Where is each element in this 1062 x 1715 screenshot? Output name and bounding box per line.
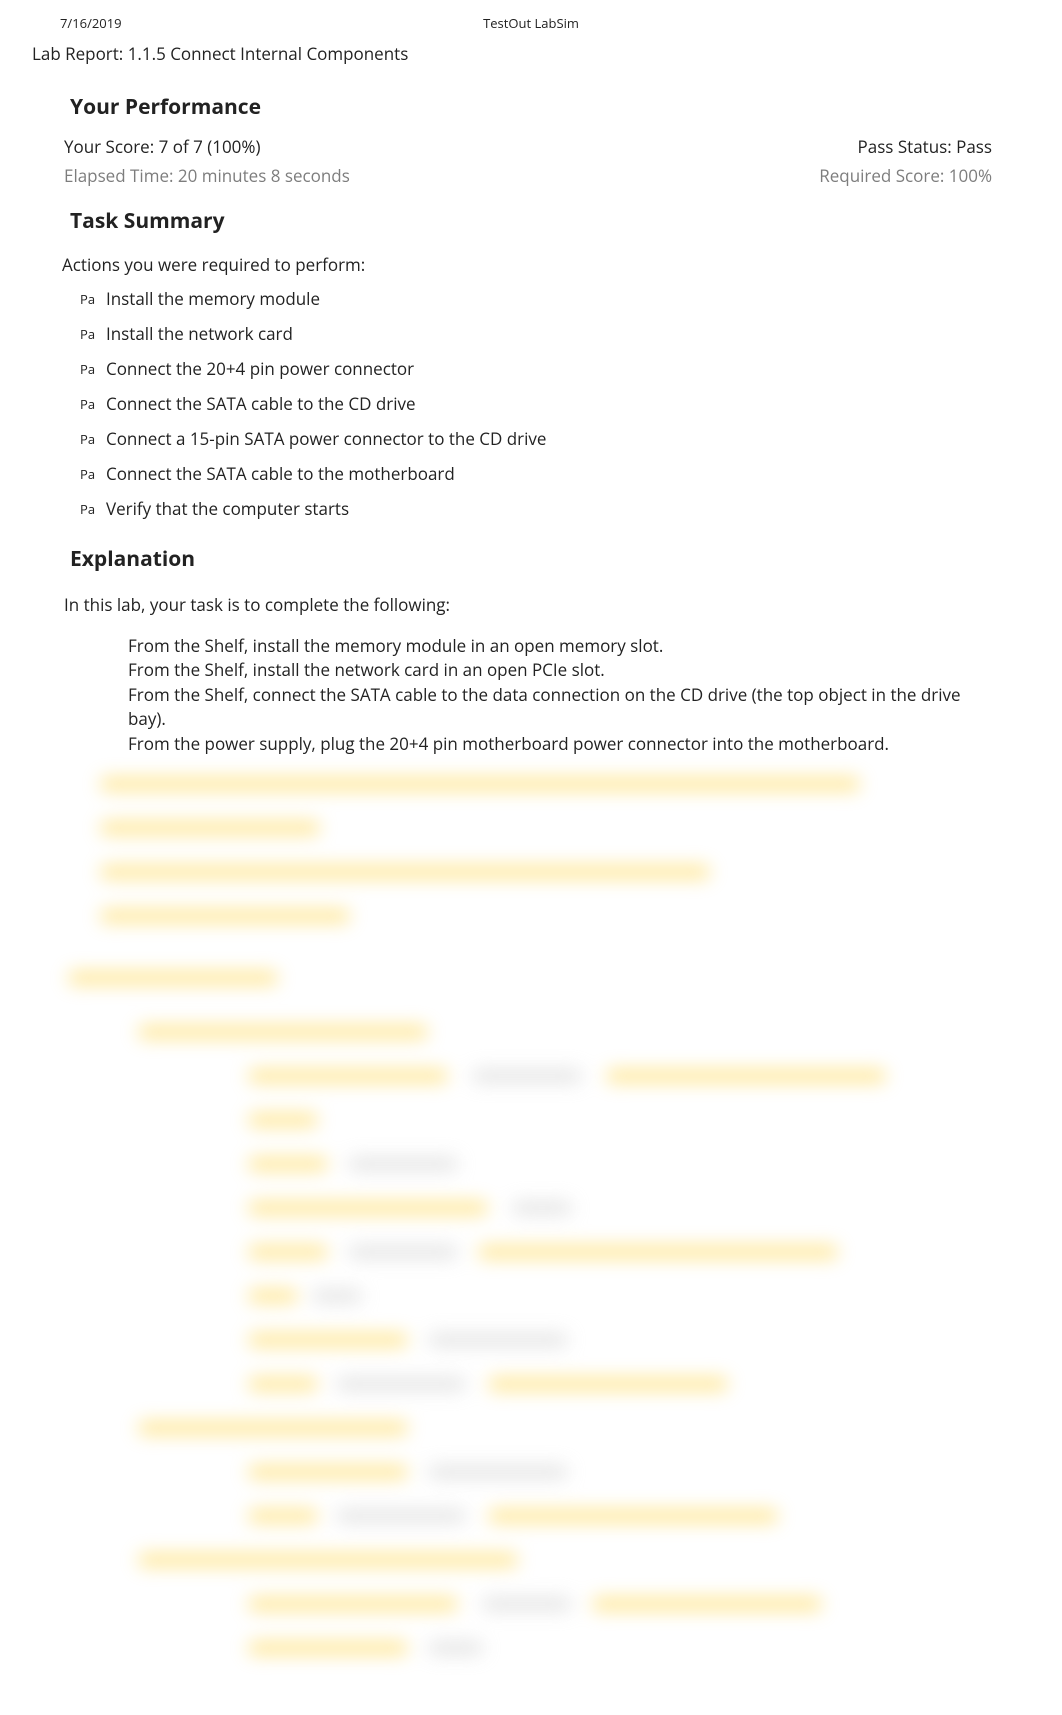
task-item: Pa Install the memory module <box>80 282 1034 317</box>
task-text: Install the memory module <box>106 287 320 310</box>
pass-icon: Pa <box>80 291 95 309</box>
task-text: Connect the SATA cable to the motherboar… <box>106 462 455 485</box>
task-text: Verify that the computer starts <box>106 497 349 520</box>
task-item: Pa Verify that the computer starts <box>80 492 1034 527</box>
performance-heading: Your Performance <box>28 75 1034 131</box>
explanation-bullet: From the Shelf, install the memory modul… <box>100 634 974 659</box>
pass-icon: Pa <box>80 431 95 449</box>
your-score: Your Score: 7 of 7 (100%) <box>64 135 260 158</box>
explanation-heading: Explanation <box>28 527 1034 583</box>
print-header: 7/16/2019 TestOut LabSim <box>0 0 1062 42</box>
task-text: Connect the SATA cable to the CD drive <box>106 392 416 415</box>
pass-icon: Pa <box>80 396 95 414</box>
task-text: Install the network card <box>106 322 293 345</box>
task-item: Pa Connect the SATA cable to the motherb… <box>80 457 1034 492</box>
explanation-intro: In this lab, your task is to complete th… <box>28 583 1034 630</box>
pass-icon: Pa <box>80 501 95 519</box>
header-app-title: TestOut LabSim <box>483 14 579 32</box>
explanation-bullet: From the Shelf, connect the SATA cable t… <box>100 683 974 732</box>
performance-time-row: Elapsed Time: 20 minutes 8 seconds Requi… <box>28 160 1034 189</box>
performance-score-row: Your Score: 7 of 7 (100%) Pass Status: P… <box>28 131 1034 160</box>
task-item: Pa Install the network card <box>80 317 1034 352</box>
pass-icon: Pa <box>80 361 95 379</box>
task-summary-heading: Task Summary <box>28 189 1034 245</box>
elapsed-time: Elapsed Time: 20 minutes 8 seconds <box>64 164 350 187</box>
task-list: Pa Install the memory module Pa Install … <box>28 280 1034 527</box>
obscured-content <box>28 767 1034 1665</box>
explanation-bullet: From the power supply, plug the 20+4 pin… <box>100 732 974 757</box>
header-date: 7/16/2019 <box>60 14 122 32</box>
explanation-bullets: From the Shelf, install the memory modul… <box>28 630 1034 757</box>
task-item: Pa Connect the SATA cable to the CD driv… <box>80 387 1034 422</box>
lab-report-title: Lab Report: 1.1.5 Connect Internal Compo… <box>0 42 1062 73</box>
task-text: Connect the 20+4 pin power connector <box>106 357 414 380</box>
task-item: Pa Connect a 15-pin SATA power connector… <box>80 422 1034 457</box>
task-text: Connect a 15-pin SATA power connector to… <box>106 427 546 450</box>
pass-icon: Pa <box>80 466 95 484</box>
explanation-bullet: From the Shelf, install the network card… <box>100 658 974 683</box>
pass-status: Pass Status: Pass <box>858 135 992 158</box>
actions-required-label: Actions you were required to perform: <box>28 245 1034 280</box>
task-item: Pa Connect the 20+4 pin power connector <box>80 352 1034 387</box>
pass-icon: Pa <box>80 326 95 344</box>
report-card: Your Performance Your Score: 7 of 7 (100… <box>28 75 1034 1715</box>
required-score: Required Score: 100% <box>819 164 992 187</box>
